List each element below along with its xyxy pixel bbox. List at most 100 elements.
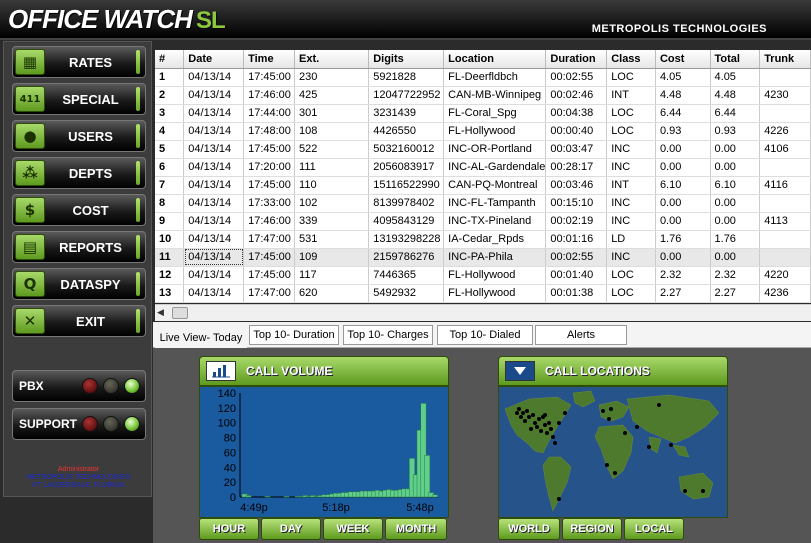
tab-top-10-duration[interactable]: Top 10- Duration	[249, 325, 339, 345]
table-cell[interactable]: 102	[294, 194, 370, 213]
table-cell[interactable]: 04/13/14	[183, 86, 245, 105]
table-row[interactable]: 7 04/13/14 17:45:00 110 15116522990 CAN-PQ-Mo…	[155, 176, 811, 195]
table-cell[interactable]	[759, 194, 811, 213]
table-cell[interactable]: 2.27	[710, 284, 761, 303]
table-cell[interactable]: 17:45:00	[243, 176, 296, 195]
table-cell[interactable]: 109	[294, 248, 370, 267]
table-cell[interactable]: INC-OR-Portland	[443, 140, 547, 159]
table-cell[interactable]: INC	[606, 140, 656, 159]
scroll-left-icon[interactable]: ◀	[157, 307, 169, 319]
table-cell[interactable]: 10	[155, 230, 185, 249]
table-cell[interactable]: 5032160012	[368, 140, 445, 159]
table-cell[interactable]: 4236	[759, 284, 811, 303]
table-row[interactable]: 6 04/13/14 17:20:00 111 2056083917 INC-AL-Gar…	[155, 158, 811, 177]
world-map[interactable]	[498, 386, 728, 518]
table-cell[interactable]: 17:46:00	[243, 86, 296, 105]
table-row[interactable]: 5 04/13/14 17:45:00 522 5032160012 INC-OR-Por…	[155, 140, 811, 159]
column-header[interactable]: Date	[183, 50, 245, 69]
table-cell[interactable]: 5	[155, 140, 185, 159]
table-cell[interactable]: INC	[606, 158, 656, 177]
table-cell[interactable]: 17:20:00	[243, 158, 296, 177]
table-cell[interactable]: 04/13/14	[183, 104, 245, 123]
table-row[interactable]: 1 04/13/14 17:45:00 230 5921828 FL-Deerfldbch…	[155, 68, 811, 87]
table-cell[interactable]: 4.05	[710, 68, 761, 87]
table-cell[interactable]	[759, 158, 811, 177]
call-volume-month-button[interactable]: MONTH	[385, 518, 447, 540]
table-cell[interactable]: 0.00	[710, 248, 761, 267]
column-header[interactable]: Class	[606, 50, 656, 69]
nav-rates-button[interactable]: ▦ RATES	[12, 46, 146, 78]
table-cell[interactable]: 1.76	[710, 230, 761, 249]
table-cell[interactable]: 00:28:17	[545, 158, 608, 177]
table-cell[interactable]: 339	[294, 212, 370, 231]
table-cell[interactable]: 17:44:00	[243, 104, 296, 123]
table-cell[interactable]: 04/13/14	[183, 68, 245, 87]
table-cell[interactable]: INC-PA-Phila	[443, 248, 547, 267]
table-cell[interactable]: FL-Hollywood	[443, 266, 547, 285]
column-header[interactable]: Cost	[655, 50, 711, 69]
table-cell[interactable]: 04/13/14	[183, 140, 245, 159]
table-cell[interactable]: 6.44	[655, 104, 711, 123]
table-row[interactable]: 12 04/13/14 17:45:00 117 7446365 FL-Hollywood…	[155, 266, 811, 285]
table-cell[interactable]: LOC	[606, 284, 656, 303]
table-cell[interactable]: 0.00	[710, 158, 761, 177]
table-cell[interactable]: 17:48:00	[243, 122, 296, 141]
table-cell[interactable]: 04/13/14	[183, 122, 245, 141]
table-cell[interactable]: 620	[294, 284, 370, 303]
call-volume-day-button[interactable]: DAY	[261, 518, 321, 540]
column-header[interactable]: #	[155, 50, 185, 69]
table-cell[interactable]: LOC	[606, 68, 656, 87]
table-cell[interactable]: 4.48	[655, 86, 711, 105]
table-row[interactable]: 9 04/13/14 17:46:00 339 4095843129 INC-TX-Pin…	[155, 212, 811, 231]
table-cell[interactable]: 00:03:46	[545, 176, 608, 195]
table-cell[interactable]: LD	[606, 230, 656, 249]
table-cell[interactable]: 301	[294, 104, 370, 123]
bar-chart-icon[interactable]	[206, 361, 236, 381]
table-cell[interactable]: 12	[155, 266, 185, 285]
table-cell[interactable]: 13193298228	[368, 230, 445, 249]
table-cell[interactable]: 111	[294, 158, 370, 177]
table-cell[interactable]: 2.32	[655, 266, 711, 285]
table-cell[interactable]: 04/13/14	[183, 230, 245, 249]
nav-cost-button[interactable]: $ COST	[12, 194, 146, 226]
table-cell[interactable]: 0.00	[655, 158, 711, 177]
table-cell[interactable]: 3231439	[368, 104, 445, 123]
table-cell[interactable]: 9	[155, 212, 185, 231]
table-row[interactable]: 10 04/13/14 17:47:00 531 13193298228 IA-Cedar…	[155, 230, 811, 249]
table-cell[interactable]: 4116	[759, 176, 811, 195]
table-cell[interactable]: INC	[606, 194, 656, 213]
column-header[interactable]: Location	[443, 50, 547, 69]
table-cell[interactable]: 00:02:46	[545, 86, 608, 105]
table-cell[interactable]: 4220	[759, 266, 811, 285]
table-cell[interactable]: 00:01:16	[545, 230, 608, 249]
table-cell[interactable]: 7446365	[368, 266, 445, 285]
table-cell[interactable]: 04/13/14	[183, 284, 245, 303]
table-row[interactable]: 4 04/13/14 17:48:00 108 4426550 FL-Hollywood 0…	[155, 122, 811, 141]
table-cell[interactable]: CAN-PQ-Montreal	[443, 176, 547, 195]
table-cell[interactable]: LOC	[606, 266, 656, 285]
table-cell[interactable]: 8139978402	[368, 194, 445, 213]
call-locations-region-button[interactable]: REGION	[562, 518, 622, 540]
table-cell[interactable]: 15116522990	[368, 176, 445, 195]
table-cell[interactable]: 2056083917	[368, 158, 445, 177]
table-cell[interactable]: 0.93	[710, 122, 761, 141]
scroll-thumb[interactable]	[172, 307, 188, 319]
table-cell[interactable]: 04/13/14	[183, 248, 245, 267]
table-cell[interactable]: 4113	[759, 212, 811, 231]
table-cell[interactable]: 00:00:40	[545, 122, 608, 141]
table-cell[interactable]: 17:33:00	[243, 194, 296, 213]
table-cell[interactable]: 0.93	[655, 122, 711, 141]
table-row[interactable]: 3 04/13/14 17:44:00 301 3231439 FL-Coral_Spg 0…	[155, 104, 811, 123]
table-cell[interactable]: 4.48	[710, 86, 761, 105]
column-header[interactable]: Digits	[368, 50, 445, 69]
table-cell[interactable]	[759, 104, 811, 123]
table-cell[interactable]: 0.00	[655, 212, 711, 231]
call-volume-week-button[interactable]: WEEK	[323, 518, 383, 540]
table-cell[interactable]: 00:15:10	[545, 194, 608, 213]
nav-reports-button[interactable]: ▤ REPORTS	[12, 231, 146, 263]
table-cell[interactable]: 00:04:38	[545, 104, 608, 123]
table-cell[interactable]: 425	[294, 86, 370, 105]
table-cell[interactable]: 00:02:19	[545, 212, 608, 231]
table-cell[interactable]: 00:02:55	[545, 248, 608, 267]
table-row[interactable]: 11 04/13/14 17:45:00 109 2159786276 INC-PA-Ph…	[155, 248, 811, 267]
